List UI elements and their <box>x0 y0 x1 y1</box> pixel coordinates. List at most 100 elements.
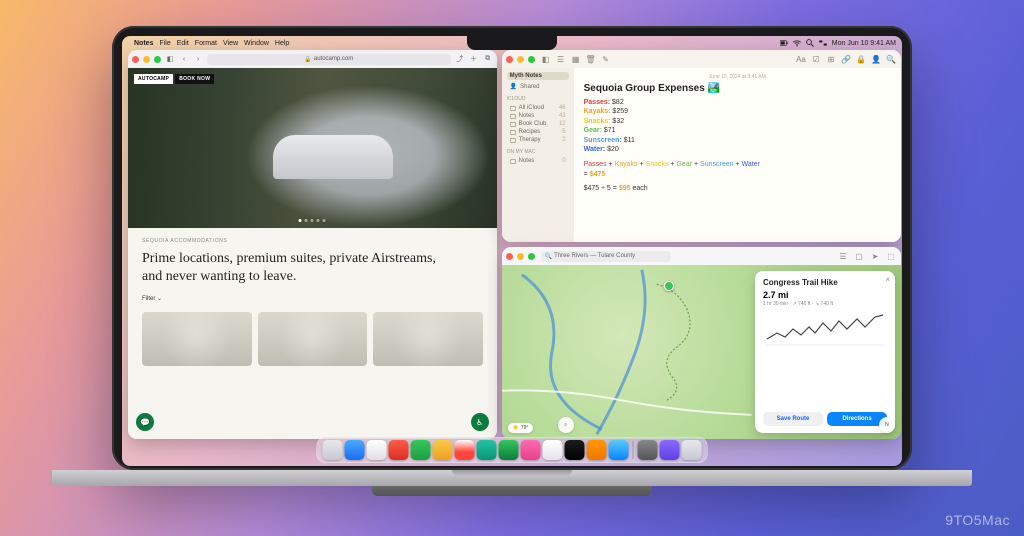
wifi-icon[interactable] <box>793 39 801 47</box>
map-mode-icon[interactable]: ▢ <box>853 250 865 262</box>
list-view-icon[interactable]: ☰ <box>555 53 567 65</box>
trash-icon[interactable]: 🗑 <box>585 53 597 65</box>
close-button[interactable] <box>506 253 513 260</box>
forward-icon[interactable]: › <box>193 54 203 64</box>
control-center-icon[interactable] <box>819 39 827 47</box>
gallery-view-icon[interactable]: ▦ <box>570 53 582 65</box>
sidebar-icon[interactable]: ◧ <box>165 54 175 64</box>
maps-search-field[interactable]: 🔍 Three Rivers — Tulare County <box>541 251 671 262</box>
dock-app[interactable] <box>660 440 680 460</box>
back-icon[interactable]: ‹ <box>179 54 189 64</box>
folder-icon <box>510 159 516 164</box>
3d-icon[interactable]: ⬚ <box>885 250 897 262</box>
minimize-button[interactable] <box>143 56 150 63</box>
book-now-button[interactable]: BOOK NOW <box>175 74 214 84</box>
accommodation-thumb[interactable] <box>258 312 368 366</box>
dock-app[interactable] <box>499 440 519 460</box>
menu-view[interactable]: View <box>223 40 238 47</box>
battery-icon[interactable] <box>780 39 788 47</box>
dock-app[interactable] <box>565 440 585 460</box>
dock-app[interactable] <box>587 440 607 460</box>
sidebar-toggle-icon[interactable]: ◧ <box>540 53 552 65</box>
minimize-button[interactable] <box>517 253 524 260</box>
expense-line: Passes: $82 <box>584 98 891 107</box>
filter-link[interactable]: Filter ⌄ <box>142 295 483 302</box>
route-distance: 2.7 mi <box>763 290 887 300</box>
accommodation-thumb[interactable] <box>142 312 252 366</box>
format-icon[interactable]: Aa <box>795 53 807 65</box>
directions-button[interactable]: Directions <box>827 412 887 426</box>
save-route-button[interactable]: Save Route <box>763 412 823 426</box>
sum-expression: Passes + Kayaks + Snacks + Gear + Sunscr… <box>584 160 891 171</box>
new-tab-icon[interactable]: ＋ <box>469 54 479 64</box>
sidebar-item-selected[interactable]: Myth Notes <box>507 72 569 80</box>
bookmarks-icon[interactable]: ☰ <box>837 250 849 262</box>
menu-format[interactable]: Format <box>195 40 217 47</box>
menu-help[interactable]: Help <box>275 40 289 47</box>
carousel-dots[interactable] <box>299 219 326 222</box>
expense-line: Gear: $71 <box>584 126 891 135</box>
link-icon[interactable]: 🔗 <box>840 53 852 65</box>
trail-pin-icon[interactable] <box>664 281 674 291</box>
dock-app[interactable] <box>543 440 563 460</box>
dock-app[interactable] <box>389 440 409 460</box>
lock-icon[interactable]: 🔒 <box>855 53 867 65</box>
dock-app[interactable] <box>477 440 497 460</box>
dock-app[interactable] <box>433 440 453 460</box>
lock-icon: 🔒 <box>304 56 311 63</box>
compose-icon[interactable]: ✎ <box>600 53 612 65</box>
maps-window: 🔍 Three Rivers — Tulare County ☰ ▢ ➤ ⬚ <box>502 247 901 439</box>
note-editor[interactable]: June 10, 2024 at 9:41 AM Sequoia Group E… <box>574 68 901 242</box>
dock-app[interactable] <box>411 440 431 460</box>
dock-app[interactable] <box>345 440 365 460</box>
watermark: 9TO5Mac <box>945 512 1010 528</box>
dock-app[interactable] <box>367 440 387 460</box>
menubar-clock[interactable]: Mon Jun 10 9:41 AM <box>832 40 896 47</box>
binoculars-icon: ⌕ <box>564 422 567 428</box>
compass-button[interactable]: N <box>879 417 895 433</box>
zoom-button[interactable] <box>528 253 535 260</box>
accessibility-fab[interactable]: ♿︎ <box>471 413 489 431</box>
dock-app[interactable] <box>638 440 658 460</box>
minimize-button[interactable] <box>517 56 524 63</box>
chat-fab[interactable]: 💬 <box>136 413 154 431</box>
location-icon[interactable]: ➤ <box>869 250 881 262</box>
dock-app[interactable] <box>521 440 541 460</box>
sidebar-folder[interactable]: Recipes5 <box>507 128 569 136</box>
menu-edit[interactable]: Edit <box>177 40 189 47</box>
menu-window[interactable]: Window <box>244 40 269 47</box>
zoom-button[interactable] <box>528 56 535 63</box>
sidebar-folder[interactable]: All iCloud46 <box>507 104 569 112</box>
sidebar-folder[interactable]: Notes43 <box>507 112 569 120</box>
dock-app[interactable] <box>323 440 343 460</box>
collaborate-icon[interactable]: 👤 <box>870 53 882 65</box>
app-menu[interactable]: Notes <box>134 40 153 47</box>
table-icon[interactable]: ⊞ <box>825 53 837 65</box>
menu-file[interactable]: File <box>159 40 170 47</box>
dock-app[interactable] <box>455 440 475 460</box>
url-field[interactable]: 🔒 autocamp.com <box>207 54 451 65</box>
look-around-button[interactable]: ⌕ <box>558 417 574 433</box>
search-icon[interactable]: 🔍 <box>885 53 897 65</box>
close-button[interactable] <box>132 56 139 63</box>
notes-sidebar: Myth Notes 👤Shared iCloud All iCloud46No… <box>502 68 574 242</box>
sidebar-folder[interactable]: Therapy2 <box>507 136 569 144</box>
checklist-icon[interactable]: ☑ <box>810 53 822 65</box>
share-icon[interactable]: ⤴ <box>455 54 465 64</box>
accommodation-thumb[interactable] <box>373 312 483 366</box>
tabs-icon[interactable]: ⧉ <box>483 54 493 64</box>
zoom-button[interactable] <box>154 56 161 63</box>
close-icon[interactable]: × <box>885 275 890 284</box>
hero-image: AUTOCAMP BOOK NOW <box>128 68 497 228</box>
sidebar-folder[interactable]: Notes0 <box>507 157 569 165</box>
dock-app[interactable] <box>609 440 629 460</box>
sidebar-folder[interactable]: Book Club12 <box>507 120 569 128</box>
sidebar-item-shared[interactable]: 👤Shared <box>507 82 569 91</box>
laptop-base <box>52 470 972 486</box>
weather-pill[interactable]: ☀️79° <box>508 423 534 433</box>
brand-logo: AUTOCAMP <box>134 74 173 84</box>
search-icon[interactable] <box>806 39 814 47</box>
map-canvas[interactable]: × Congress Trail Hike 2.7 mi 1 hr 30 min… <box>502 265 901 439</box>
close-button[interactable] <box>506 56 513 63</box>
dock-app[interactable] <box>682 440 702 460</box>
